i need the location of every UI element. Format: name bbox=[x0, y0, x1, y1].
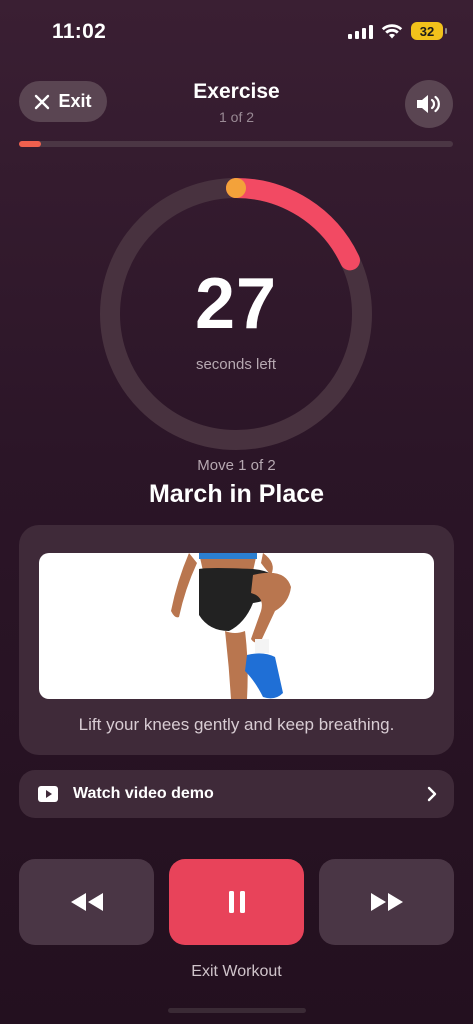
seconds-remaining: 27 bbox=[194, 264, 278, 344]
chevron-right-icon bbox=[427, 786, 437, 802]
top-bar: Exit Exercise 1 of 2 bbox=[0, 78, 473, 128]
watch-video-demo-button[interactable]: Watch video demo bbox=[19, 770, 454, 818]
seconds-label: seconds left bbox=[195, 356, 277, 373]
page-title: Exercise bbox=[193, 80, 280, 103]
cellular-signal-icon bbox=[348, 23, 373, 39]
exercise-illustration bbox=[39, 553, 434, 699]
status-time: 11:02 bbox=[52, 20, 107, 43]
sound-button[interactable] bbox=[405, 80, 453, 128]
timer-ring-start-cap bbox=[226, 178, 246, 198]
battery-icon: 32 bbox=[411, 22, 447, 40]
exercise-card: Lift your knees gently and keep breathin… bbox=[19, 525, 454, 755]
home-indicator bbox=[168, 1008, 306, 1013]
pause-icon bbox=[228, 891, 245, 913]
workout-progress-fill bbox=[19, 141, 41, 147]
exit-workout-button[interactable]: Exit Workout bbox=[0, 963, 473, 981]
fast-forward-icon bbox=[370, 893, 403, 911]
pause-button[interactable] bbox=[169, 859, 304, 945]
previous-move-button[interactable] bbox=[19, 859, 154, 945]
exercise-instruction: Lift your knees gently and keep breathin… bbox=[78, 715, 395, 734]
speaker-icon bbox=[417, 95, 440, 113]
timer-ring: 27 seconds left bbox=[97, 175, 375, 453]
header-titles: Exercise 1 of 2 bbox=[0, 80, 473, 125]
timer-ring-arc bbox=[226, 178, 361, 271]
page-subtitle: 1 of 2 bbox=[218, 109, 255, 125]
exercise-figure-image bbox=[171, 553, 291, 699]
workout-progress-bar bbox=[19, 141, 453, 147]
rewind-icon bbox=[70, 893, 103, 911]
wifi-icon bbox=[381, 24, 403, 39]
next-move-button[interactable] bbox=[319, 859, 454, 945]
move-counter: Move 1 of 2 bbox=[197, 457, 276, 474]
exercise-name: March in Place bbox=[148, 480, 325, 508]
watch-video-demo-label: Watch video demo bbox=[73, 785, 214, 802]
status-bar: 11:02 32 bbox=[0, 0, 473, 60]
status-icons: 32 bbox=[348, 22, 447, 40]
play-video-icon bbox=[38, 786, 58, 802]
